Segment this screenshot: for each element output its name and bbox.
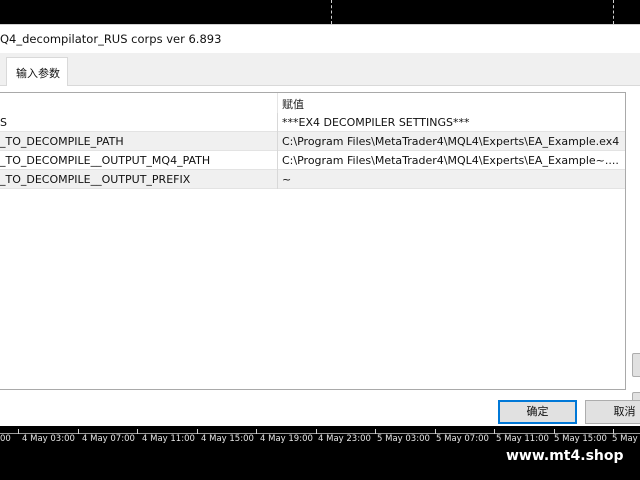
time-label: 5 May 07:00 xyxy=(436,434,489,444)
dialog-title: Q4_decompilator_RUS corps ver 6.893 xyxy=(0,32,222,46)
watermark-text: www.mt4.shop xyxy=(506,448,624,464)
time-label: 5 May 11:00 xyxy=(496,434,549,444)
ok-button[interactable]: 确定 xyxy=(498,400,577,424)
time-tick xyxy=(137,429,138,434)
dialog-title-bar[interactable]: Q4_decompilator_RUS corps ver 6.893 xyxy=(0,25,640,53)
time-tick xyxy=(316,429,317,434)
time-tick xyxy=(18,429,19,434)
table-row[interactable]: _TO_DECOMPILE_PATH C:\Program Files\Meta… xyxy=(0,132,625,151)
table-row[interactable]: _TO_DECOMPILE__OUTPUT_MQ4_PATH C:\Progra… xyxy=(0,151,625,170)
time-label: 4 May 23:00 xyxy=(318,434,371,444)
param-name: _TO_DECOMPILE__OUTPUT_MQ4_PATH xyxy=(0,154,211,167)
param-value[interactable]: ~ xyxy=(282,173,620,186)
time-label: 5 May 03:00 xyxy=(377,434,430,444)
header-column-separator[interactable] xyxy=(277,93,278,113)
chart-grid-line xyxy=(331,0,332,24)
tab-page-inputs: 赋值 S ***EX4 DECOMPILER SETTINGS*** _TO_D… xyxy=(0,86,640,427)
param-name: S xyxy=(0,116,7,129)
cancel-button[interactable]: 取消 xyxy=(585,400,640,424)
side-button[interactable] xyxy=(632,353,640,377)
table-row[interactable]: _TO_DECOMPILE__OUTPUT_PREFIX ~ xyxy=(0,170,625,189)
time-label: 4 May 03:00 xyxy=(22,434,75,444)
time-label: 4 May 19:00 xyxy=(260,434,313,444)
time-label: 4 May 07:00 xyxy=(82,434,135,444)
time-label: 4 May 11:00 xyxy=(142,434,195,444)
param-name: _TO_DECOMPILE__OUTPUT_PREFIX xyxy=(0,173,191,186)
column-separator xyxy=(277,170,278,189)
tab-inputs-label: 输入参数 xyxy=(16,67,60,80)
inputs-grid: 赋值 S ***EX4 DECOMPILER SETTINGS*** _TO_D… xyxy=(0,92,626,390)
table-row[interactable]: S ***EX4 DECOMPILER SETTINGS*** xyxy=(0,113,625,132)
tab-inputs[interactable]: 输入参数 xyxy=(6,57,68,86)
time-tick xyxy=(375,429,376,434)
column-separator xyxy=(277,151,278,170)
time-tick xyxy=(78,429,79,434)
column-separator xyxy=(277,113,278,132)
chart-grid-line xyxy=(613,0,614,24)
param-name: _TO_DECOMPILE_PATH xyxy=(0,135,124,148)
param-value[interactable]: ***EX4 DECOMPILER SETTINGS*** xyxy=(282,116,620,129)
param-value[interactable]: C:\Program Files\MetaTrader4\MQL4\Expert… xyxy=(282,135,620,148)
header-value[interactable]: 赋值 xyxy=(282,96,304,112)
time-tick xyxy=(197,429,198,434)
param-value[interactable]: C:\Program Files\MetaTrader4\MQL4\Expert… xyxy=(282,154,620,167)
grid-header: 赋值 xyxy=(0,93,625,113)
column-separator xyxy=(277,132,278,151)
time-label: 5 May 19:00 xyxy=(612,434,640,444)
chart-area-top xyxy=(0,0,640,24)
screen: Q4_decompilator_RUS corps ver 6.893 输入参数… xyxy=(0,0,640,480)
time-tick xyxy=(494,429,495,434)
time-tick xyxy=(256,429,257,434)
dialog-body: 输入参数 赋值 S ***EX4 DECOMPILER SETTINGS*** … xyxy=(0,53,640,427)
watermark: www.mt4.shop xyxy=(494,446,640,468)
time-label: 5 May 15:00 xyxy=(554,434,607,444)
time-label: 4 May 15:00 xyxy=(201,434,254,444)
time-label: 00 xyxy=(0,434,11,444)
ea-properties-dialog: Q4_decompilator_RUS corps ver 6.893 输入参数… xyxy=(0,24,640,427)
